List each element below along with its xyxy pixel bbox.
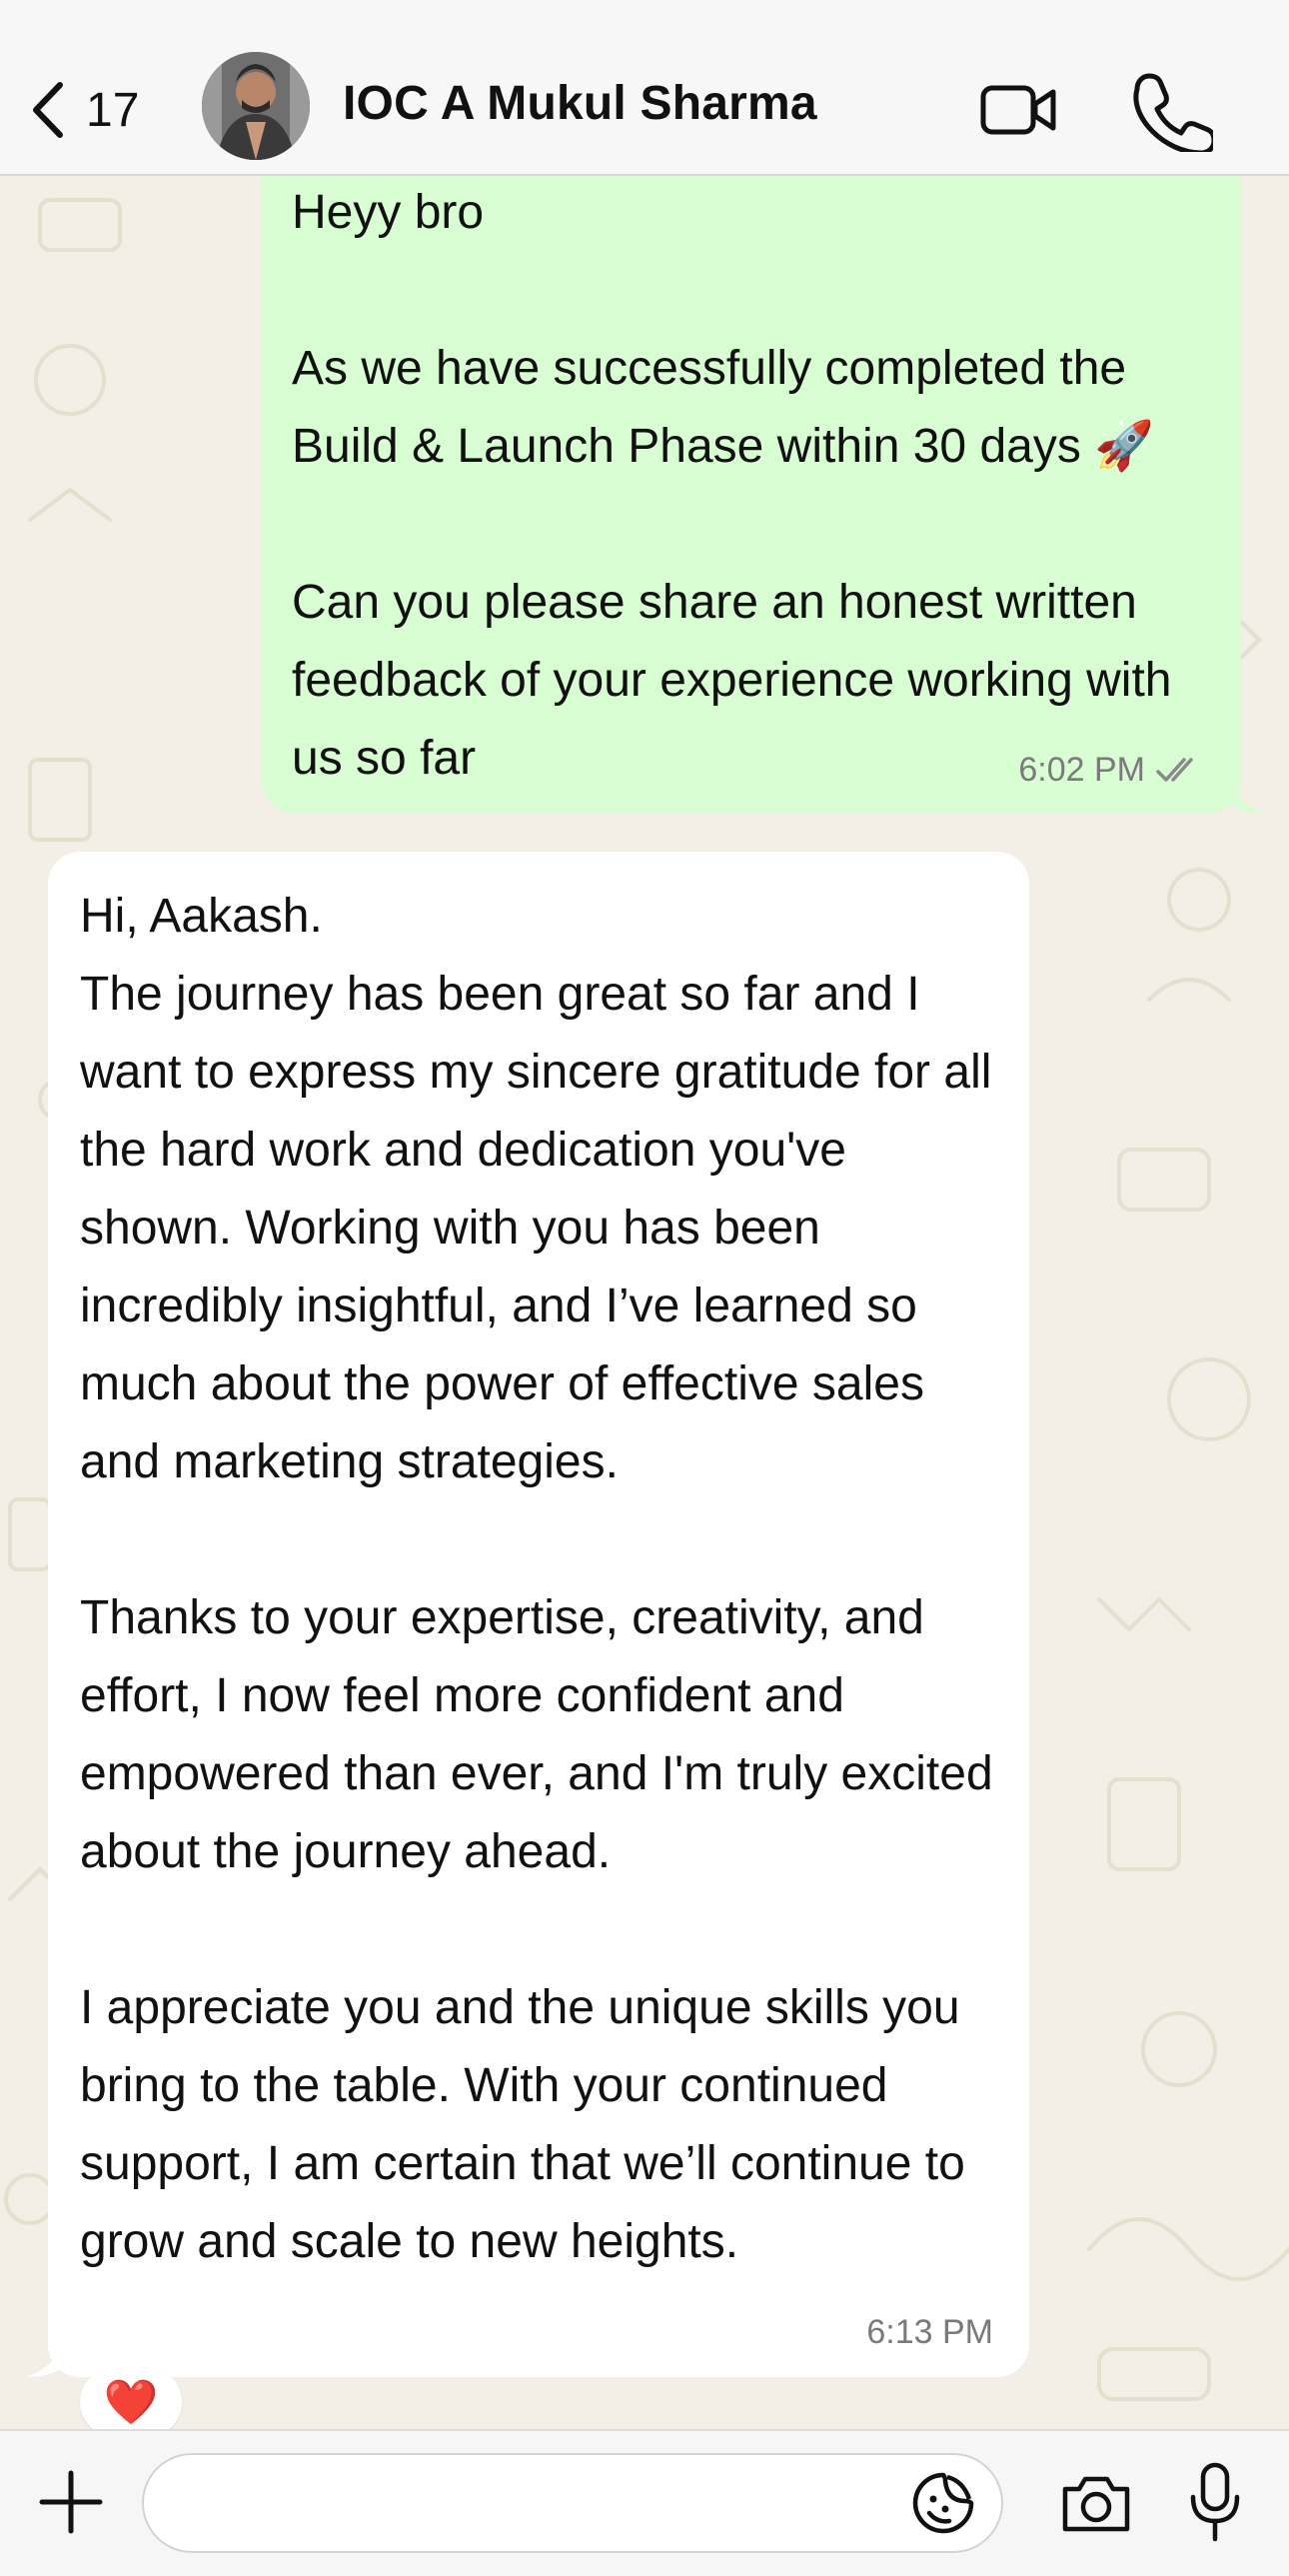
- message-meta: 6:02 PM: [1018, 753, 1205, 787]
- phone-icon: [1133, 73, 1217, 156]
- message-text: Heyy bro: [292, 186, 485, 239]
- composer-bar: [0, 2429, 1289, 2576]
- camera-icon: [1062, 2476, 1130, 2532]
- chevron-left-icon: [33, 82, 63, 138]
- microphone-button[interactable]: [1187, 2461, 1243, 2545]
- message-time: 6:13 PM: [866, 2313, 993, 2351]
- heart-reaction[interactable]: ❤️: [80, 2367, 182, 2437]
- voice-call-button[interactable]: [1129, 68, 1217, 156]
- microphone-icon: [1190, 2462, 1240, 2542]
- video-call-icon: [980, 85, 1056, 135]
- read-ticks-icon: [1156, 758, 1193, 782]
- message-meta: 6:13 PM: [866, 2315, 993, 2349]
- message-text: Thanks to your expertise, creativity, an…: [80, 1591, 1006, 1878]
- video-call-button[interactable]: [979, 70, 1059, 150]
- plus-icon: [39, 2470, 103, 2534]
- message-text: I appreciate you and the unique skills y…: [80, 1981, 979, 2268]
- camera-button[interactable]: [1059, 2471, 1133, 2535]
- sticker-icon: [912, 2472, 974, 2534]
- incoming-message-bubble[interactable]: Hi, Aakash. The journey has been great s…: [48, 852, 1029, 2377]
- chat-header: 17 IOC A Mukul Sharma: [0, 0, 1289, 176]
- message-input[interactable]: [142, 2453, 1003, 2553]
- heart-icon: ❤️: [103, 2378, 159, 2427]
- outgoing-message-bubble[interactable]: Heyy bro As we have successfully complet…: [262, 140, 1241, 813]
- unread-count: 17: [86, 83, 140, 137]
- back-button[interactable]: 17: [30, 70, 160, 150]
- message-text: As we have successfully completed the Bu…: [292, 342, 1154, 473]
- avatar-image: [202, 52, 310, 160]
- sticker-button[interactable]: [909, 2469, 977, 2537]
- attach-button[interactable]: [38, 2469, 104, 2535]
- message-time: 6:02 PM: [1018, 751, 1145, 789]
- message-text: Hi, Aakash. The journey has been great s…: [80, 890, 992, 1488]
- contact-avatar[interactable]: [202, 52, 310, 160]
- contact-name[interactable]: IOC A Mukul Sharma: [343, 76, 817, 131]
